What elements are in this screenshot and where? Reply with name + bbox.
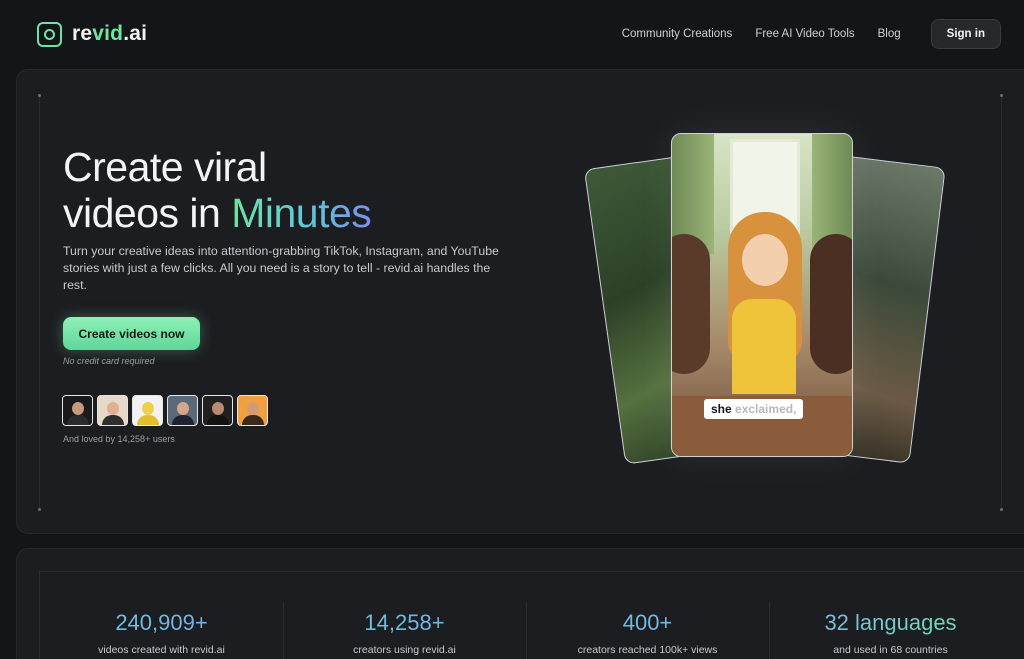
stat-value: 240,909+ — [40, 610, 283, 636]
video-caption: she exclaimed, — [704, 399, 804, 419]
stat-value: 14,258+ — [283, 610, 526, 636]
sign-in-button[interactable]: Sign in — [930, 19, 1001, 49]
no-credit-card-note: No credit card required — [63, 356, 155, 366]
illustration-face — [742, 234, 788, 286]
main-nav: Community Creations Free AI Video Tools … — [622, 19, 1001, 49]
logo-icon — [37, 21, 62, 47]
stat-creators: 14,258+ creators using revid.ai — [283, 572, 526, 659]
user-avatars — [62, 395, 268, 426]
user-avatar — [62, 395, 93, 426]
stat-label: creators reached 100k+ views — [577, 644, 718, 656]
hero-headline: Create viral videos in Minutes — [63, 144, 372, 236]
hero-description: Turn your creative ideas into attention-… — [63, 244, 499, 292]
logo-text: revid.ai — [72, 22, 148, 45]
user-avatar — [97, 395, 128, 426]
corner-dot — [1000, 508, 1003, 511]
stat-label: creators using revid.ai — [353, 644, 456, 656]
corner-dot — [1000, 94, 1003, 97]
stat-videos-created: 240,909+ videos created with revid.ai — [40, 572, 283, 659]
user-avatar — [132, 395, 163, 426]
illustration-dress — [732, 299, 796, 394]
illustration-character — [672, 234, 710, 374]
user-avatar — [167, 395, 198, 426]
corner-dot — [38, 508, 41, 511]
decorative-divider — [1001, 94, 1002, 509]
headline-accent: Minutes — [231, 190, 372, 236]
nav-link-free-ai-video-tools[interactable]: Free AI Video Tools — [755, 28, 854, 40]
stat-views: 400+ creators reached 100k+ views — [526, 572, 769, 659]
stat-label: and used in 68 countries — [833, 644, 948, 656]
video-preview-card-main[interactable]: she exclaimed, — [671, 133, 853, 457]
top-nav-bar: revid.ai Community Creations Free AI Vid… — [0, 0, 1024, 68]
stats-section: 240,909+ videos created with revid.ai 14… — [16, 548, 1024, 659]
stat-languages: 32 languages and used in 68 countries — [769, 572, 1012, 659]
loved-by-text: And loved by 14,258+ users — [63, 434, 175, 444]
corner-dot — [38, 94, 41, 97]
logo[interactable]: revid.ai — [37, 21, 148, 47]
user-avatar — [202, 395, 233, 426]
decorative-divider — [39, 94, 40, 509]
illustration-character — [810, 234, 852, 374]
create-videos-button[interactable]: Create videos now — [63, 317, 200, 350]
user-avatar — [237, 395, 268, 426]
nav-link-blog[interactable]: Blog — [878, 28, 901, 40]
stat-label: videos created with revid.ai — [98, 644, 225, 656]
stat-value: 400+ — [526, 610, 769, 636]
nav-link-community-creations[interactable]: Community Creations — [622, 28, 733, 40]
stat-value: 32 languages — [769, 610, 1012, 636]
